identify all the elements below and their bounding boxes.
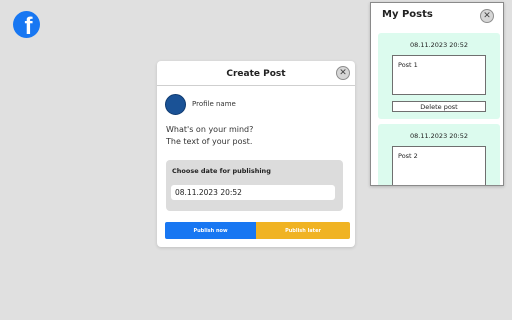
my-posts-close-button[interactable]: ✕ xyxy=(480,9,494,23)
date-label: Choose date for publishing xyxy=(172,167,271,175)
post-text-field[interactable]: Post 2 xyxy=(392,146,486,185)
modal-divider xyxy=(157,85,355,86)
publish-date-panel: Choose date for publishing 08.11.2023 20… xyxy=(166,160,343,211)
app-root: f Create Post ✕ Profile name What's on y… xyxy=(0,0,512,320)
post-placeholder: The text of your post. xyxy=(166,137,253,146)
post-prompt: What's on your mind? xyxy=(166,125,254,134)
post-text-field[interactable]: Post 1 xyxy=(392,55,486,95)
delete-post-button[interactable]: Delete post xyxy=(392,101,486,112)
close-icon: ✕ xyxy=(339,67,347,78)
create-post-title: Create Post xyxy=(226,69,286,79)
my-posts-panel: My Posts ✕ 08.11.2023 20:52 Post 1 Delet… xyxy=(370,2,504,186)
publish-later-button[interactable]: Publish later xyxy=(256,222,350,239)
avatar xyxy=(165,94,186,115)
post-date: 08.11.2023 20:52 xyxy=(409,41,468,49)
publish-now-button[interactable]: Publish now xyxy=(165,222,256,239)
post-card: 08.11.2023 20:52 Post 1 Delete post xyxy=(378,33,500,119)
create-post-modal: Create Post ✕ Profile name What's on you… xyxy=(157,61,355,247)
profile-name: Profile name xyxy=(192,100,236,108)
facebook-logo-letter: f xyxy=(24,13,33,39)
publish-date-input[interactable]: 08.11.2023 20:52 xyxy=(171,185,335,200)
close-icon: ✕ xyxy=(483,10,491,21)
create-post-close-button[interactable]: ✕ xyxy=(336,66,350,80)
post-date: 08.11.2023 20:52 xyxy=(409,132,468,140)
post-card: 08.11.2023 20:52 Post 2 xyxy=(378,124,500,185)
my-posts-title: My Posts xyxy=(382,9,433,20)
post-text-area[interactable]: What's on your mind? The text of your po… xyxy=(166,124,253,148)
facebook-logo-icon[interactable]: f xyxy=(13,11,40,38)
